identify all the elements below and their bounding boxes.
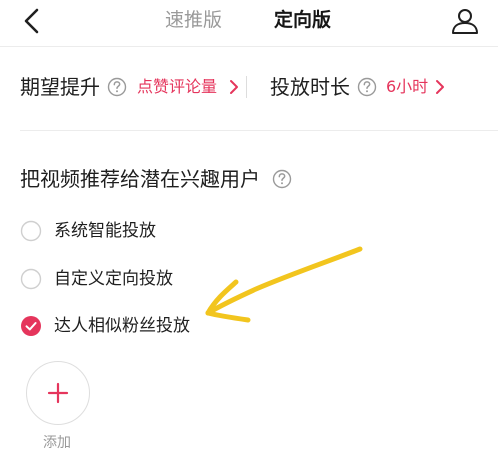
tab-quick-boost[interactable]: 速推版 (165, 7, 222, 33)
option-system-smart[interactable]: 系统智能投放 (20, 216, 320, 246)
header-divider (0, 46, 498, 47)
settings-divider (20, 130, 498, 131)
help-icon[interactable] (357, 77, 377, 97)
radio-unchecked-icon[interactable] (20, 268, 42, 290)
profile-icon[interactable] (448, 4, 482, 38)
goal-value[interactable]: 点赞评论量 (137, 72, 217, 102)
back-icon[interactable] (18, 6, 48, 36)
option-custom-targeting[interactable]: 自定义定向投放 (20, 264, 320, 294)
top-bar: 速推版 定向版 (0, 0, 498, 46)
add-label: 添加 (43, 435, 71, 451)
tab-targeted[interactable]: 定向版 (274, 7, 331, 33)
chevron-right-icon[interactable] (228, 79, 240, 95)
option-label: 达人相似粉丝投放 (54, 316, 190, 336)
vertical-separator (246, 76, 247, 98)
option-similar-fans[interactable]: 达人相似粉丝投放 (20, 311, 320, 341)
help-icon[interactable] (107, 77, 127, 97)
help-icon[interactable] (272, 169, 292, 189)
audience-title-row: 把视频推荐给潜在兴趣用户 (20, 164, 292, 194)
duration-label: 投放时长 (270, 75, 350, 99)
option-label: 自定义定向投放 (54, 269, 173, 289)
duration-value[interactable]: 6小时 (386, 72, 428, 102)
chevron-right-icon[interactable] (434, 79, 446, 95)
radio-unchecked-icon[interactable] (20, 220, 42, 242)
plus-icon (47, 382, 69, 404)
audience-title: 把视频推荐给潜在兴趣用户 (20, 167, 260, 191)
option-label: 系统智能投放 (54, 221, 156, 241)
goal-label: 期望提升 (20, 75, 100, 99)
add-button[interactable] (26, 361, 90, 425)
radio-checked-icon[interactable] (20, 315, 42, 337)
settings-row: 期望提升 点赞评论量 投放时长 6小时 (0, 72, 498, 104)
